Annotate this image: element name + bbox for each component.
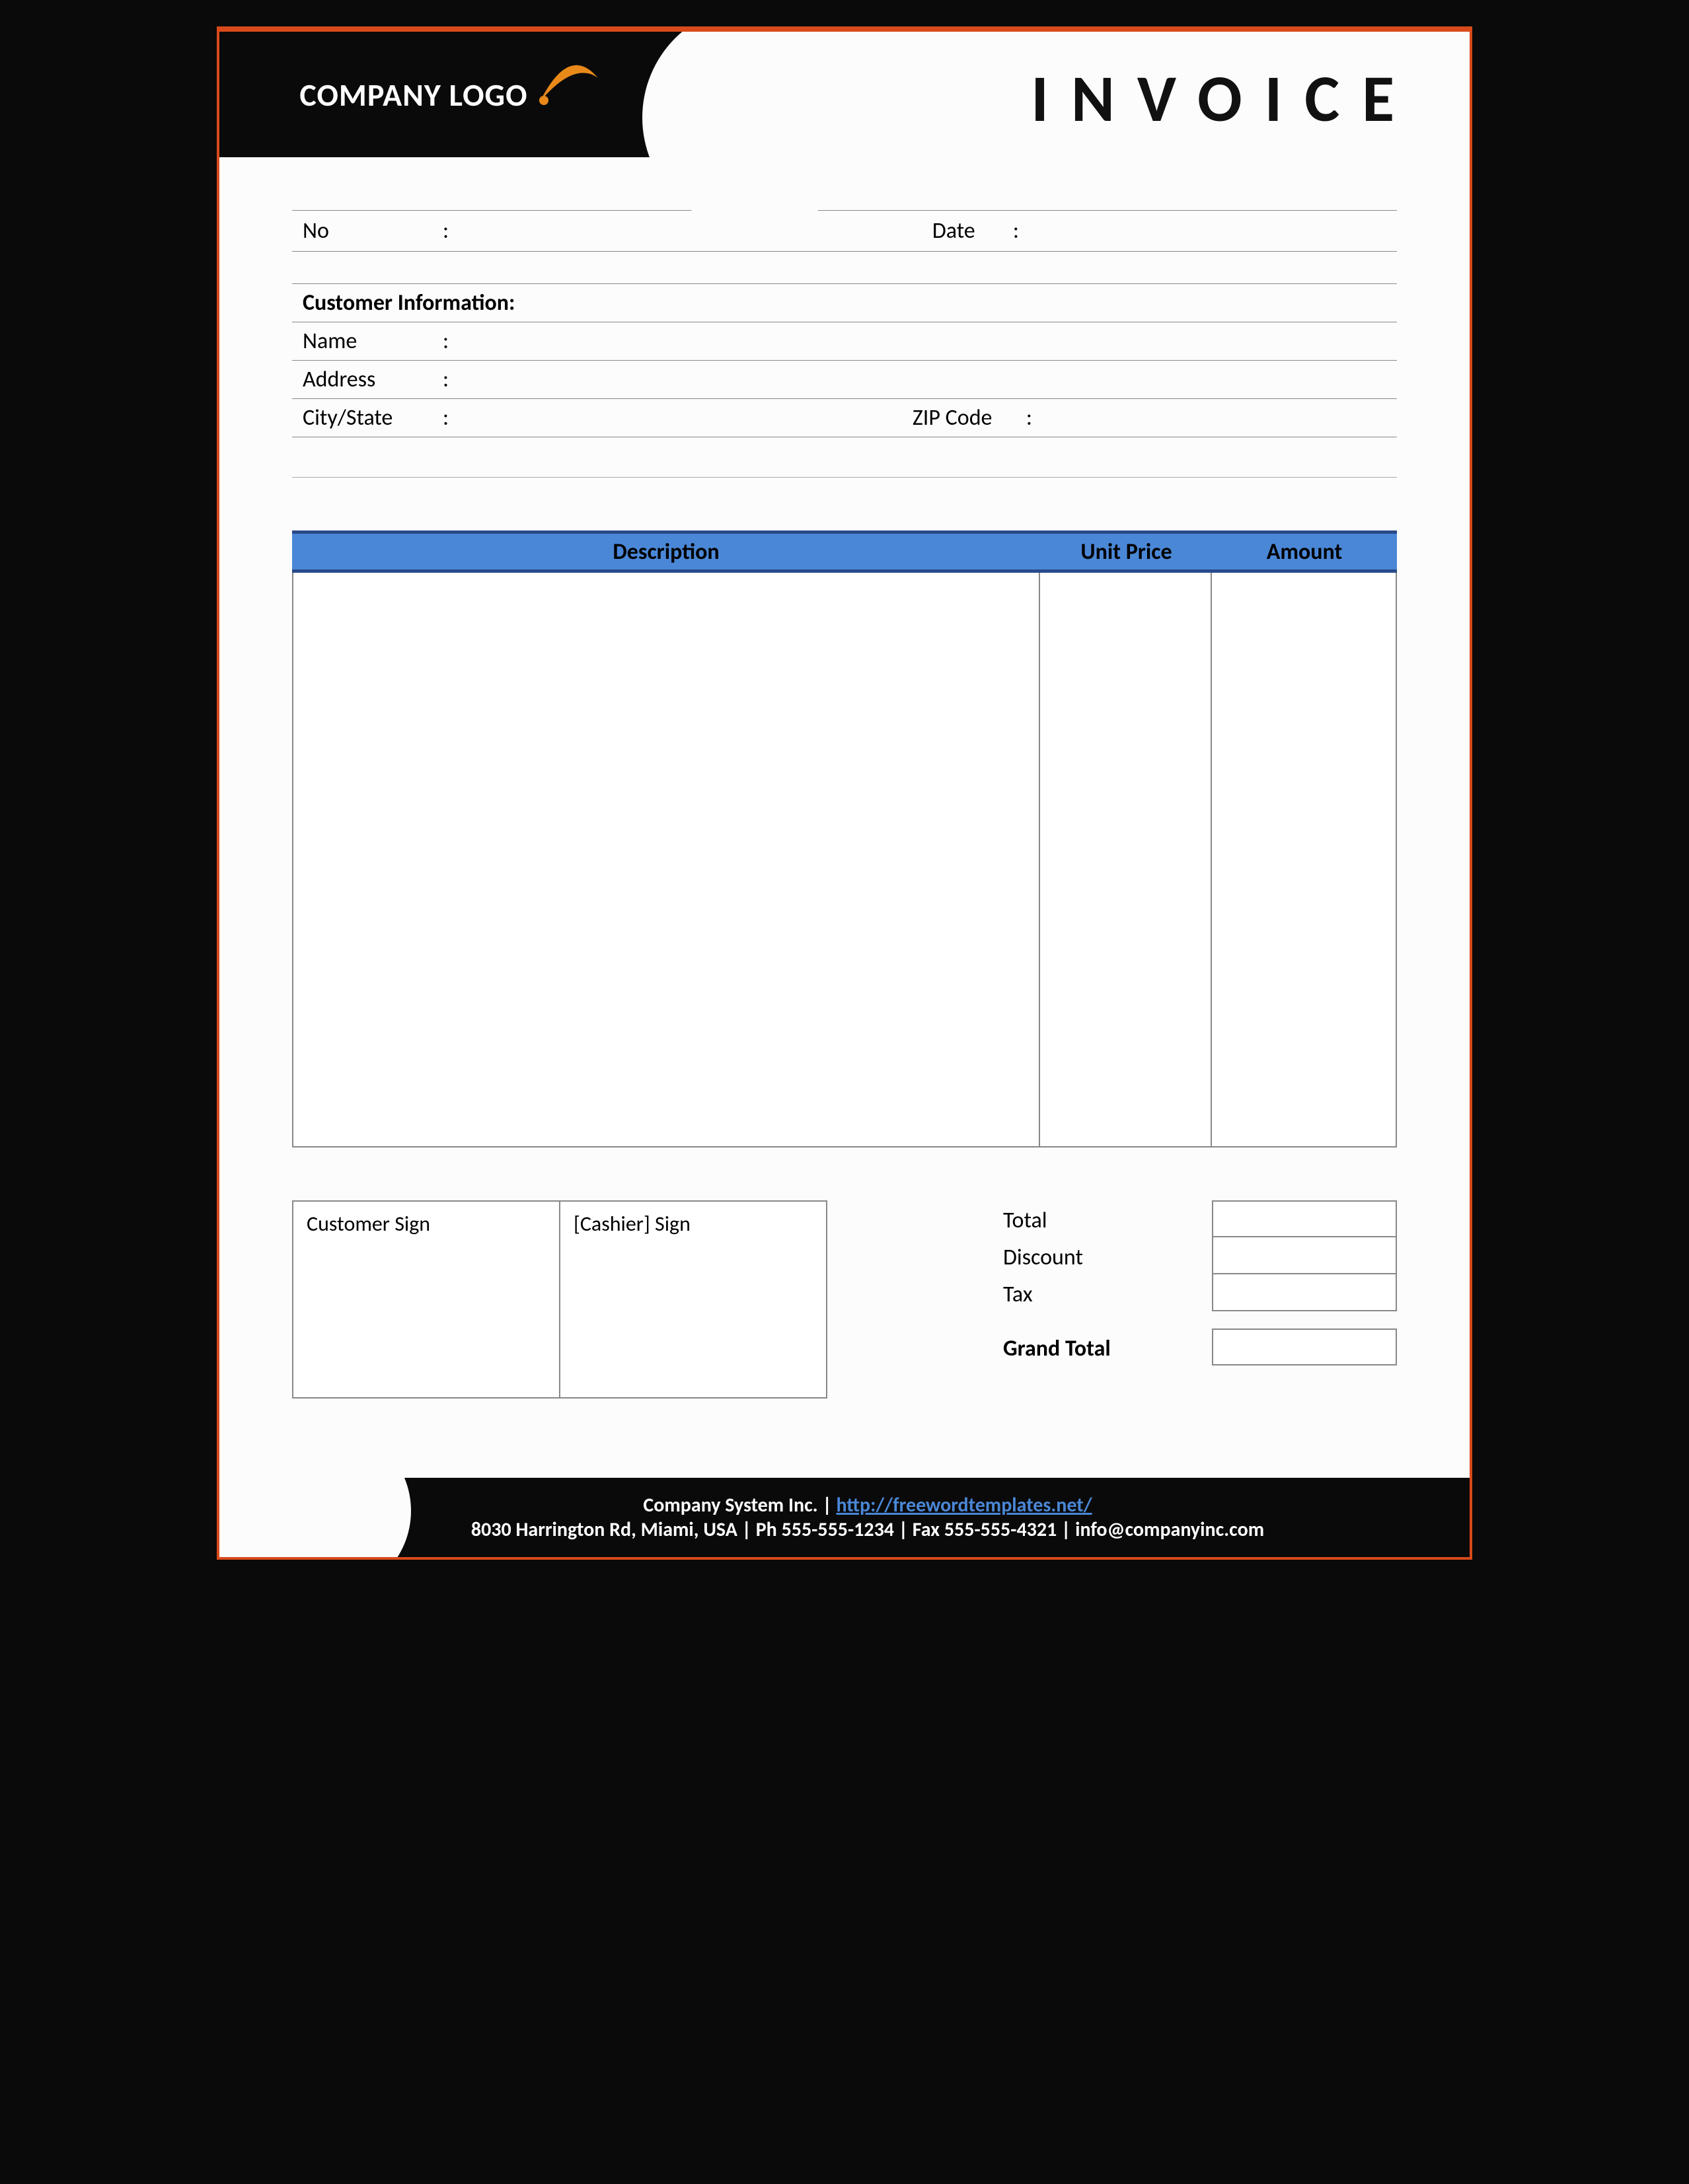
customer-info-header: Customer Information: [292, 283, 1397, 322]
meta-row: No : Date : [292, 210, 1397, 252]
footer-company: Company System Inc. [643, 1493, 817, 1517]
total-value [1212, 1200, 1397, 1237]
colon: : [443, 366, 449, 393]
colon: : [443, 404, 449, 431]
tax-label: Tax [1000, 1274, 1212, 1311]
colon: : [1026, 404, 1032, 431]
discount-value [1212, 1237, 1397, 1274]
footer-line2: 8030 Harrington Rd, Miami, USA | Ph 555-… [471, 1517, 1264, 1542]
total-row: Total [1000, 1200, 1397, 1237]
invoice-body: No : Date : Customer Information: Name :… [219, 170, 1470, 1478]
date-label: Date [932, 217, 1005, 244]
footer-line1: Company System Inc. | http://freewordtem… [643, 1493, 1092, 1517]
totals-section: Total Discount Tax Grand Total [1000, 1200, 1397, 1399]
header: COMPANY LOGO INVOICE [219, 32, 1470, 170]
unitprice-column [1039, 573, 1211, 1146]
swoosh-icon [536, 55, 602, 115]
name-label: Name [303, 328, 435, 355]
description-column [293, 573, 1039, 1146]
address-label: Address [303, 366, 435, 393]
colon: : [443, 328, 449, 355]
grand-total-row: Grand Total [1000, 1329, 1397, 1365]
company-logo: COMPANY LOGO [299, 74, 601, 115]
items-body [292, 573, 1397, 1147]
invoice-title: INVOICE [1031, 58, 1417, 139]
zip-label: ZIP Code [913, 404, 1018, 431]
footer-separator: | [822, 1493, 836, 1517]
tax-value [1212, 1274, 1397, 1311]
bottom-section: Customer Sign [Cashier] Sign Total Disco… [292, 1200, 1397, 1399]
grand-total-label: Grand Total [1000, 1329, 1212, 1365]
colon: : [443, 217, 449, 244]
invoice-page: COMPANY LOGO INVOICE No : Date : [217, 26, 1472, 1560]
customer-name-row: Name : [292, 322, 1397, 361]
cashier-sign-label: [Cashier] Sign [559, 1202, 826, 1397]
items-table: Description Unit Price Amount [292, 530, 1397, 1147]
total-label: Total [1000, 1200, 1212, 1237]
tax-row: Tax [1000, 1274, 1397, 1311]
col-unitprice-header: Unit Price [1040, 538, 1212, 565]
city-label: City/State [303, 404, 435, 431]
discount-label: Discount [1000, 1237, 1212, 1274]
grand-total-value [1212, 1329, 1397, 1365]
signature-box: Customer Sign [Cashier] Sign [292, 1200, 827, 1399]
colon: : [1013, 217, 1019, 244]
customer-address-row: Address : [292, 361, 1397, 399]
footer-black-region: Company System Inc. | http://freewordtem… [266, 1478, 1470, 1557]
footer-url: http://freewordtemplates.net/ [836, 1493, 1092, 1517]
divider [292, 477, 1397, 478]
col-amount-header: Amount [1212, 538, 1397, 565]
amount-column [1211, 573, 1396, 1146]
discount-row: Discount [1000, 1237, 1397, 1274]
invoice-no-field: No : [292, 211, 467, 251]
customer-city-zip-row: City/State : ZIP Code : [292, 399, 1397, 437]
footer: Company System Inc. | http://freewordtem… [219, 1478, 1470, 1557]
items-header-row: Description Unit Price Amount [292, 530, 1397, 573]
invoice-date-field: Date : [922, 211, 1397, 251]
customer-sign-label: Customer Sign [293, 1202, 559, 1397]
no-label: No [303, 217, 435, 244]
company-logo-text: COMPANY LOGO [299, 75, 527, 114]
col-description-header: Description [292, 538, 1040, 565]
